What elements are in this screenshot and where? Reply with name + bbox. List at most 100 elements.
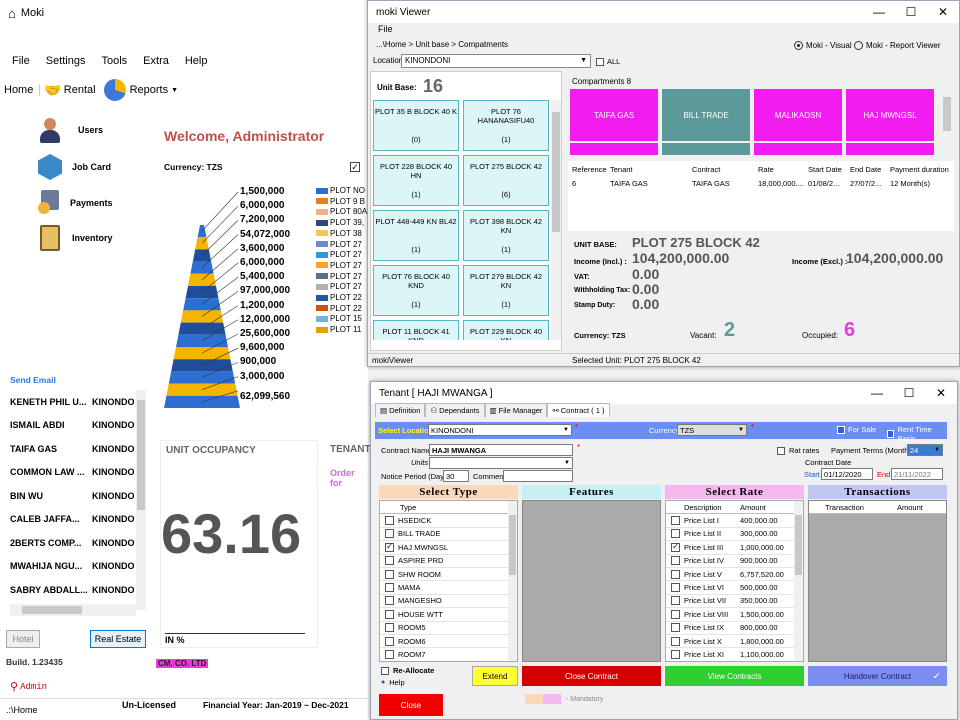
table-row[interactable]: 6 TAIFA GAS TAIFA GAS 18,000,000.... 01/08/2… xyxy=(568,179,954,191)
list-item[interactable]: Price List IV 900,000.00 xyxy=(666,555,803,568)
extend-button[interactable]: Extend xyxy=(472,666,518,686)
tenant-list-scrollbar[interactable] xyxy=(136,390,146,610)
list-item[interactable]: MAMA xyxy=(380,581,517,595)
list-item[interactable]: Price List I 400,000.00 xyxy=(666,514,803,528)
end-date-input[interactable]: 21/11/2022 xyxy=(891,468,943,480)
unit-base-tile[interactable]: PLOT 229 BLOCK 40 KN(1) xyxy=(463,320,549,340)
rate-checkbox[interactable] xyxy=(671,529,680,539)
unit-base-tile[interactable]: PLOT 279 BLOCK 42 KN (1) xyxy=(463,265,549,316)
unit-base-tile[interactable]: PLOT 275 BLOCK 42 (6) xyxy=(463,155,549,206)
column-header[interactable]: Tenant xyxy=(610,165,633,174)
maximize-button[interactable]: ☐ xyxy=(893,382,925,404)
compartment-tile-lower[interactable] xyxy=(754,143,842,155)
rate-checkbox[interactable] xyxy=(671,569,680,579)
nav-inventory[interactable]: Inventory xyxy=(38,225,113,251)
rate-checkbox[interactable] xyxy=(671,556,680,566)
minimize-button[interactable]: — xyxy=(861,382,893,404)
close-window-button[interactable]: Close xyxy=(379,694,443,716)
type-checkbox[interactable] xyxy=(385,541,394,552)
list-item[interactable]: Price List III 1,000,000.00 xyxy=(666,541,803,555)
nav-job-card[interactable]: Job Card xyxy=(38,154,111,180)
chart-checkbox[interactable]: ✓ xyxy=(350,162,360,172)
compartments-scrollbar[interactable] xyxy=(942,89,952,155)
list-item[interactable]: HSEDICK xyxy=(380,514,517,528)
list-item[interactable]: Price List VI 500,000.00 xyxy=(666,581,803,595)
currency-select[interactable]: TZS ▼ xyxy=(677,424,747,436)
list-item[interactable]: KENETH PHIL U... KINONDO xyxy=(10,390,136,414)
type-checkbox[interactable] xyxy=(385,596,394,606)
tab-dependants[interactable]: ⚇ Dependants xyxy=(425,403,485,417)
start-date-input[interactable]: 01/12/2020 xyxy=(821,468,873,480)
payment-terms-input[interactable]: 24 ▼ xyxy=(907,444,943,456)
list-item[interactable]: CALEB JAFFA... KINONDO xyxy=(10,508,136,532)
unit-grid-scrollbar[interactable] xyxy=(551,100,561,340)
rate-checkbox[interactable] xyxy=(671,623,680,633)
compartment-tile[interactable]: HAJ MWNGSL xyxy=(846,89,934,141)
compartment-tile-lower[interactable] xyxy=(662,143,750,155)
list-item[interactable]: COMMON LAW ... KINONDO xyxy=(10,461,136,485)
type-checkbox[interactable] xyxy=(385,623,394,633)
list-item[interactable]: TAIFA GAS KINONDO xyxy=(10,437,136,461)
compartment-tile[interactable]: TAIFA GAS xyxy=(570,89,658,141)
type-checkbox[interactable] xyxy=(385,569,394,579)
type-checkbox[interactable] xyxy=(385,556,394,566)
column-header[interactable]: Rate xyxy=(758,165,774,174)
all-checkbox[interactable]: ALL xyxy=(596,57,620,66)
list-item[interactable]: Price List IX 800,000.00 xyxy=(666,622,803,635)
list-item[interactable]: Price List II 300,000.00 xyxy=(666,528,803,542)
rate-checkbox[interactable] xyxy=(671,609,680,619)
menu-settings[interactable]: Settings xyxy=(46,55,86,67)
list-item[interactable]: 2BERTS COMP... KINONDO xyxy=(10,531,136,555)
unit-base-tile[interactable]: PLOT 76 HANANASIFU40 (1) xyxy=(463,100,549,151)
rate-list-scrollbar[interactable] xyxy=(794,501,803,661)
list-item[interactable]: Price List VIII 1,500,000.00 xyxy=(666,608,803,622)
handover-contract-button[interactable]: Handover Contract ✓ xyxy=(808,666,947,686)
close-contract-button[interactable]: Close Contract xyxy=(522,666,661,686)
rate-checkbox[interactable] xyxy=(671,516,680,526)
rate-checkbox[interactable] xyxy=(671,649,680,659)
column-header[interactable]: Payment duration xyxy=(890,165,949,174)
tab-definition[interactable]: ▤ Definition xyxy=(375,403,426,417)
maximize-button[interactable]: ☐ xyxy=(895,1,927,23)
close-button[interactable]: ✕ xyxy=(927,1,959,23)
list-item[interactable]: SHW ROOM xyxy=(380,568,517,582)
list-item[interactable]: BIN WU KINONDO xyxy=(10,484,136,508)
menu-tools[interactable]: Tools xyxy=(101,55,127,67)
list-item[interactable]: MANGESHO xyxy=(380,595,517,609)
unit-base-tile[interactable]: PLOT 11 BLOCK 41 KND(1) xyxy=(373,320,459,340)
menu-file[interactable]: File xyxy=(12,55,30,67)
column-header[interactable]: End Date xyxy=(850,165,881,174)
list-item[interactable]: MWAHIJA NGU... KINONDO xyxy=(10,555,136,579)
unit-base-tile[interactable]: PLOT 448-449 KN BL42 (1) xyxy=(373,210,459,261)
column-header[interactable]: Reference xyxy=(572,165,607,174)
minimize-button[interactable]: — xyxy=(863,1,895,23)
unit-base-tile[interactable]: PLOT 76 BLOCK 40 KND (1) xyxy=(373,265,459,316)
list-item[interactable]: SABRY ABDALL... KINONDO xyxy=(10,578,136,602)
rate-checkbox[interactable] xyxy=(671,596,680,606)
nav-payments[interactable]: Payments xyxy=(38,190,113,216)
comment-input[interactable] xyxy=(503,470,573,482)
reports-button[interactable]: Reports ▼ xyxy=(103,79,178,101)
units-select[interactable]: ▼ xyxy=(429,457,573,469)
tenant-location-select[interactable]: KINONDONI ▼ xyxy=(428,424,572,436)
type-checkbox[interactable] xyxy=(385,609,394,619)
column-header[interactable]: Start Date xyxy=(808,165,842,174)
list-item[interactable]: ROOM5 xyxy=(380,622,517,635)
notice-period-input[interactable]: 30 xyxy=(443,470,469,482)
radio-visual[interactable]: Moki - Visual xyxy=(794,41,852,50)
type-checkbox[interactable] xyxy=(385,636,394,646)
viewer-menu-file[interactable]: File xyxy=(378,24,393,34)
contract-name-input[interactable]: HAJI MWANGA xyxy=(429,444,573,456)
home-button[interactable]: Home xyxy=(0,84,41,96)
menu-extra[interactable]: Extra xyxy=(143,55,169,67)
real-estate-button[interactable]: Real Estate xyxy=(90,630,146,648)
list-item[interactable]: ASPIRE PRD xyxy=(380,555,517,568)
unit-base-tile[interactable]: PLOT 35 B BLOCK 40 K (0) xyxy=(373,100,459,151)
view-contracts-button[interactable]: View Contracts xyxy=(665,666,804,686)
help-link[interactable]: ● Help xyxy=(381,678,405,687)
for-sale-checkbox[interactable]: For Sale xyxy=(837,425,876,434)
compartment-tile[interactable]: MALIKADSN xyxy=(754,89,842,141)
tenant-list-hscroll[interactable] xyxy=(10,604,136,616)
type-checkbox[interactable] xyxy=(385,583,394,593)
unit-base-tile[interactable]: PLOT 398 BLOCK 42 KN (1) xyxy=(463,210,549,261)
